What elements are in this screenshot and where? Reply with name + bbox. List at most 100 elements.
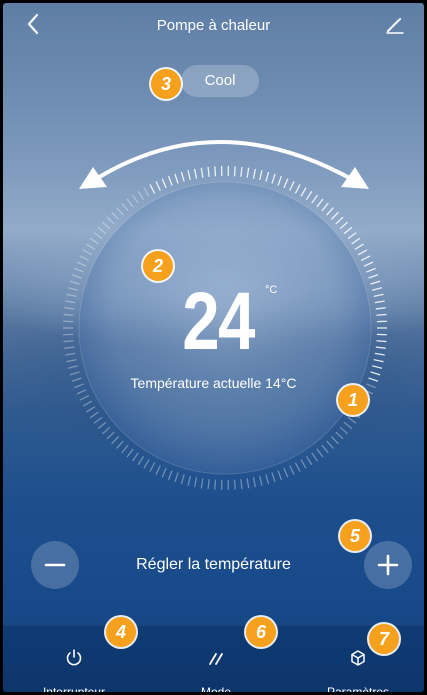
dial-tick — [74, 267, 84, 273]
dial-tick — [271, 472, 276, 483]
dial-tick — [79, 395, 90, 401]
dial-tick — [126, 448, 134, 458]
dial-tick — [339, 221, 349, 230]
dial-tick — [65, 300, 76, 304]
dial-tick — [311, 194, 318, 204]
nav-tab-settings[interactable]: Paramètres — [287, 626, 424, 692]
dial-tick — [376, 313, 387, 316]
dial-tick — [180, 474, 185, 485]
dial-tick — [283, 467, 289, 478]
dial-tick — [101, 221, 111, 230]
dial-tick — [294, 184, 301, 194]
dial-tick — [82, 400, 93, 407]
app-screen: Pompe à chaleur Cool 24 °C Température a… — [0, 0, 427, 695]
dial-tick — [126, 198, 134, 208]
dial-tick — [373, 358, 384, 363]
dial-tick — [180, 171, 185, 182]
callout-badge-1: 1 — [338, 385, 368, 415]
increase-button[interactable] — [364, 541, 412, 589]
dial-tick — [149, 462, 156, 472]
dial-tick — [97, 421, 107, 430]
dial-tick — [252, 168, 256, 179]
dial-tick — [106, 216, 115, 225]
dial-tick — [373, 293, 384, 298]
callout-badge-6: 6 — [246, 617, 276, 647]
dial-tick — [233, 166, 236, 177]
dial-tick — [64, 346, 75, 349]
dial-tick — [200, 478, 204, 489]
dial-tick — [326, 440, 334, 449]
dial-tick — [137, 190, 145, 201]
dial-tick — [66, 358, 77, 363]
dial-tick — [374, 300, 385, 304]
callout-badge-3: 3 — [151, 69, 181, 99]
mode-icon — [209, 653, 223, 665]
dial-tick — [240, 166, 243, 177]
dial-tick — [326, 207, 334, 216]
dial-tick — [161, 178, 167, 189]
dial-tick — [316, 448, 324, 458]
dial-tick — [357, 249, 368, 256]
dial-tick — [277, 470, 283, 481]
dial-tick — [93, 416, 103, 424]
dial-tick — [82, 249, 93, 256]
dial-tick — [252, 477, 256, 488]
dial-tick — [116, 440, 124, 449]
dial-tick — [214, 166, 217, 177]
dial-tick — [69, 280, 80, 285]
dial-tick — [97, 226, 107, 235]
dial-tick — [207, 479, 210, 490]
dial-tick — [167, 470, 173, 481]
settings-cube-icon — [351, 650, 365, 666]
dial-tick — [347, 232, 357, 240]
dial-tick — [335, 216, 344, 225]
dial-tick — [374, 352, 385, 356]
dial-tick — [79, 255, 90, 261]
dial-tick — [149, 184, 156, 194]
dial-tick — [132, 194, 139, 204]
dial-tick — [289, 465, 295, 475]
dial-tick — [76, 261, 87, 267]
dial-tick — [305, 190, 313, 201]
dial-tick — [321, 202, 329, 212]
dial-tick — [89, 237, 99, 245]
dial-tick — [375, 346, 386, 349]
dial-tick — [67, 365, 78, 369]
dial-tick — [71, 274, 82, 279]
dial-tick — [289, 181, 295, 191]
dial-tick — [347, 416, 357, 424]
dial-tick — [121, 444, 129, 454]
power-icon — [66, 649, 82, 666]
nav-tab-label: Mode — [200, 685, 232, 695]
dial-tick — [200, 167, 204, 178]
dial-tick — [143, 187, 150, 197]
dial-tick — [300, 187, 307, 197]
dial-tick — [277, 175, 283, 186]
dial-tick — [246, 478, 250, 489]
setpoint-unit: °C — [265, 284, 278, 296]
dial-tick — [63, 340, 74, 343]
dial-tick — [111, 436, 120, 445]
dial-tick — [89, 411, 99, 419]
dial-tick — [143, 459, 150, 469]
dial-tick — [86, 406, 96, 413]
callout-badge-4: 4 — [106, 617, 136, 647]
set-temperature-label: Régler la température — [136, 556, 291, 573]
dial-tick — [354, 243, 364, 250]
dial-tick — [187, 170, 191, 181]
callout-badge-2: 2 — [143, 251, 173, 281]
dial-tick — [86, 243, 96, 250]
dial-tick — [246, 167, 250, 178]
dial-tick — [363, 261, 374, 267]
dial-tick — [101, 426, 111, 435]
dial-tick — [368, 274, 379, 279]
dial-tick — [351, 237, 361, 245]
dial-tick — [207, 166, 210, 177]
dial-tick — [132, 452, 139, 462]
dial-tick — [214, 479, 217, 490]
dial-tick — [265, 171, 270, 182]
dial-tick — [360, 255, 371, 261]
bottom-nav: Interrupteur Mode Paramètres — [3, 625, 424, 695]
dial-tick — [259, 170, 263, 181]
dial-tick — [137, 455, 145, 466]
